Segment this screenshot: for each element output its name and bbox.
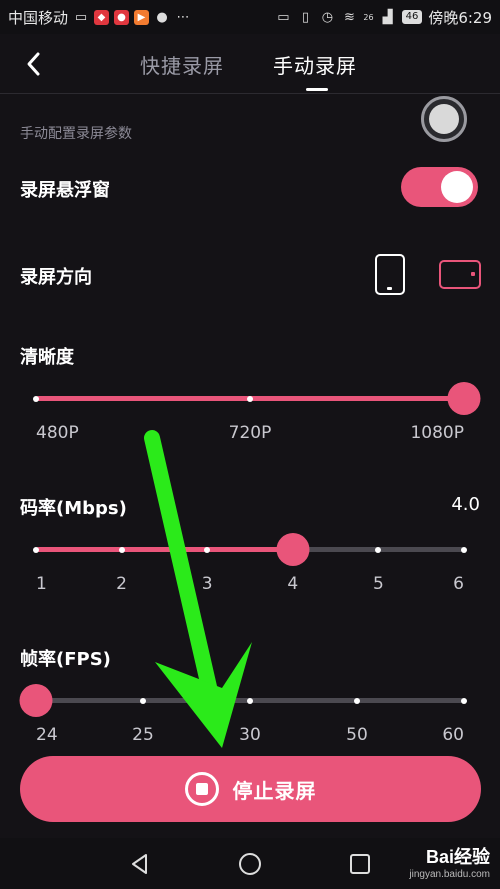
bitrate-label: 码率(Mbps) xyxy=(20,498,127,519)
framerate-tick-label: 25 xyxy=(132,725,154,745)
resolution-slider[interactable] xyxy=(33,382,481,415)
floating-window-label: 录屏悬浮窗 xyxy=(20,180,110,201)
framerate-tick-label: 50 xyxy=(346,725,368,745)
framerate-slider-tick[interactable] xyxy=(247,697,253,704)
resolution-slider-tick[interactable] xyxy=(247,395,253,402)
nav-back-icon[interactable] xyxy=(128,852,152,876)
framerate-tick-label: 24 xyxy=(36,725,58,745)
stop-recording-label: 停止录屏 xyxy=(232,778,317,803)
framerate-tick-label: 60 xyxy=(442,725,464,745)
status-time: 傍晚6:29 xyxy=(428,8,492,27)
battery-indicator: 46 xyxy=(401,10,423,24)
watermark: Bai经验 jingyan.baidu.com xyxy=(409,843,490,880)
back-button[interactable] xyxy=(18,48,50,80)
framerate-slider-tick[interactable] xyxy=(461,697,467,704)
resolution-slider-tick[interactable] xyxy=(33,395,39,402)
watermark-url: jingyan.baidu.com xyxy=(409,869,490,880)
stop-icon xyxy=(184,772,219,806)
video-app-icon: ▶ xyxy=(134,9,150,25)
framerate-label: 帧率(FPS) xyxy=(20,649,111,670)
nav-home-icon[interactable] xyxy=(238,852,262,876)
bitrate-tick-label: 4 xyxy=(287,574,299,594)
resolution-slider-thumb[interactable] xyxy=(447,382,481,415)
framerate-tick-label: 30 xyxy=(239,725,261,745)
toggle-knob xyxy=(441,171,473,203)
framerate-slider-tick[interactable] xyxy=(140,697,146,704)
bitrate-tick-label: 5 xyxy=(372,574,384,594)
resolution-label: 清晰度 xyxy=(20,347,74,368)
status-bar: 中国移动 ▭ ◆ ● ▶ ● ⋯ ▭ ▯ ◷ ≋ 26 ▟ 46 傍晚6:29 xyxy=(0,0,500,34)
resolution-tick-label: 480P xyxy=(36,423,79,443)
vibrate-icon: ▯ xyxy=(301,9,309,25)
resolution-tick-label: 720P xyxy=(228,423,272,443)
section-hint: 手动配置录屏参数 xyxy=(20,126,132,142)
bitrate-tick-label: 6 xyxy=(453,574,464,594)
app-notification-icon: ◆ xyxy=(94,9,110,25)
stop-recording-button[interactable]: 停止录屏 xyxy=(20,756,481,822)
bitrate-tick-label: 1 xyxy=(36,574,47,594)
watermark-brand: Bai经验 xyxy=(425,847,490,867)
bitrate-slider[interactable] xyxy=(33,533,467,566)
bitrate-slider-tick[interactable] xyxy=(204,546,211,553)
bitrate-slider-fill xyxy=(36,547,293,552)
bitrate-slider-tick[interactable] xyxy=(33,546,39,553)
floating-record-ball[interactable] xyxy=(421,96,467,142)
signal-tag: 26 xyxy=(363,12,374,22)
signal-icon: ▟ xyxy=(382,9,393,25)
alarm-icon: ◷ xyxy=(321,9,334,25)
top-header: 快捷录屏 手动录屏 xyxy=(0,34,500,94)
framerate-slider-tick[interactable] xyxy=(354,697,360,704)
framerate-slider[interactable] xyxy=(19,684,467,717)
bitrate-value: 4.0 xyxy=(451,494,480,515)
more-notifications-icon: ⋯ xyxy=(176,9,190,25)
tab-quick-record[interactable]: 快捷录屏 xyxy=(140,50,224,79)
resolution-tick-label: 1080P xyxy=(410,423,464,443)
bitrate-slider-tick[interactable] xyxy=(118,546,125,553)
active-tab-indicator xyxy=(306,88,328,91)
bitrate-slider-thumb[interactable] xyxy=(276,533,310,566)
bitrate-tick-label: 2 xyxy=(116,574,128,594)
chevron-left-icon xyxy=(27,52,40,76)
carrier-name: 中国移动 xyxy=(8,8,69,27)
portrait-orientation-icon[interactable] xyxy=(375,254,405,295)
screencast-icon: ▭ xyxy=(277,9,290,25)
bitrate-tick-label: 3 xyxy=(201,574,213,594)
nav-recents-icon[interactable] xyxy=(348,852,372,876)
tab-manual-record[interactable]: 手动录屏 xyxy=(273,50,357,79)
bitrate-slider-tick[interactable] xyxy=(375,546,382,553)
mic-icon: ● xyxy=(114,9,130,25)
bitrate-slider-tick[interactable] xyxy=(461,546,467,553)
chat-icon: ● xyxy=(156,9,168,25)
orientation-label: 录屏方向 xyxy=(20,267,92,288)
framerate-slider-thumb[interactable] xyxy=(19,684,53,717)
system-nav-bar: Bai经验 jingyan.baidu.com xyxy=(0,838,500,889)
landscape-orientation-icon[interactable] xyxy=(439,260,481,289)
wifi-icon: ≋ xyxy=(343,9,355,25)
cast-icon: ▭ xyxy=(74,9,88,25)
floating-window-toggle[interactable] xyxy=(401,167,478,207)
